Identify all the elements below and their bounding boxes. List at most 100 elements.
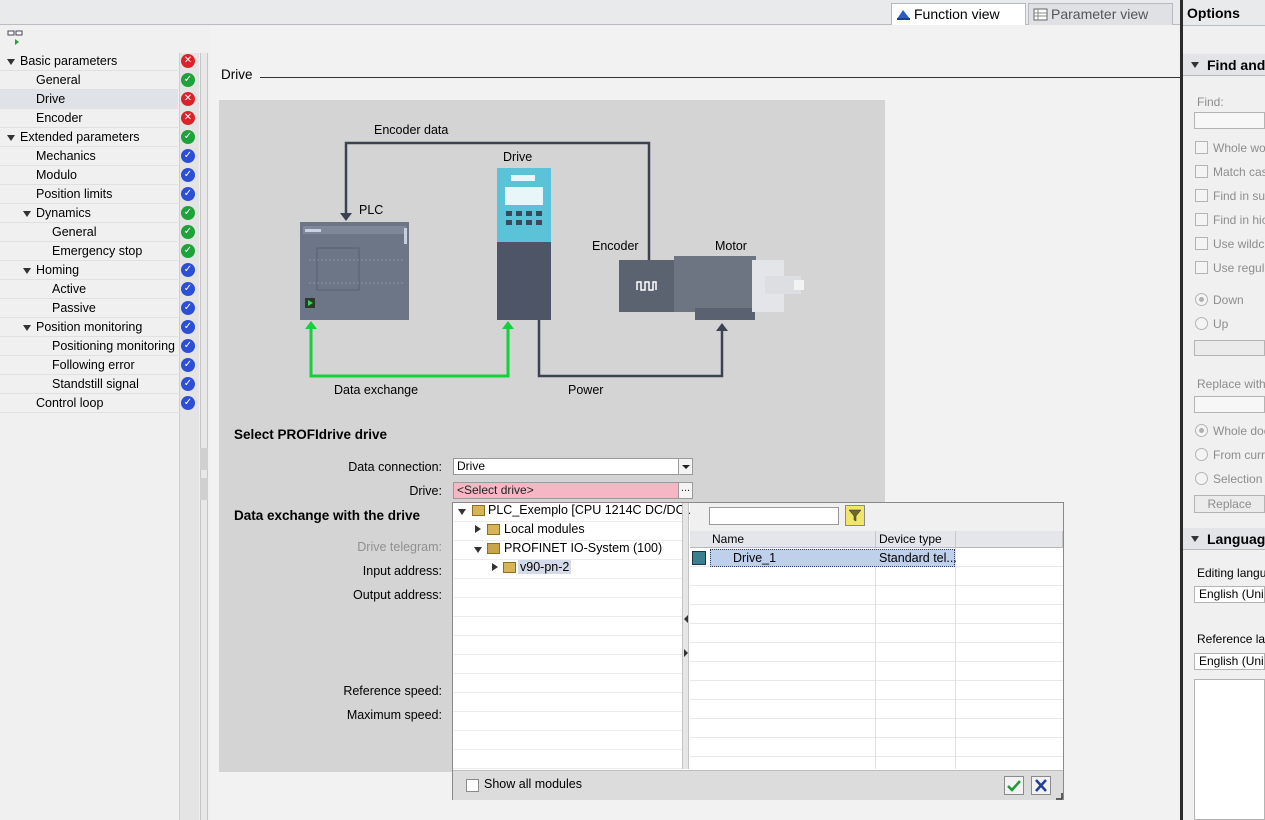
column-header-empty xyxy=(956,531,1063,548)
tree-item-label: Homing xyxy=(36,263,80,277)
tree-row[interactable] xyxy=(0,109,178,128)
find-section-label: Find and xyxy=(1207,57,1265,73)
find-input[interactable] xyxy=(1194,112,1265,129)
tree-row[interactable] xyxy=(0,71,178,90)
confirm-button[interactable] xyxy=(1004,776,1024,795)
expanded-triangle-icon[interactable] xyxy=(23,325,31,331)
use-regex-checkbox[interactable] xyxy=(1195,261,1208,274)
tree-row[interactable] xyxy=(0,90,178,109)
ok-status-icon: ✓ xyxy=(181,73,195,87)
drive-device xyxy=(497,168,551,320)
info-status-icon: ✓ xyxy=(181,377,195,391)
use-wildcards-label: Use wildc xyxy=(1213,237,1265,251)
expand-handle[interactable] xyxy=(200,478,208,500)
find-button[interactable] xyxy=(1194,340,1265,356)
expanded-triangle-icon[interactable] xyxy=(474,547,482,553)
whole-word-checkbox[interactable] xyxy=(1195,141,1208,154)
find-in-sub-checkbox[interactable] xyxy=(1195,189,1208,202)
chevron-down-icon[interactable] xyxy=(678,459,692,474)
tree-row-empty xyxy=(453,674,682,693)
data-exchange-wire xyxy=(309,324,510,378)
match-case-checkbox[interactable] xyxy=(1195,165,1208,178)
from-current-radio[interactable] xyxy=(1195,448,1208,461)
resize-grip-icon[interactable] xyxy=(1055,792,1063,800)
function-view-icon xyxy=(897,10,910,20)
tree-item-label: Control loop xyxy=(36,396,104,410)
whole-document-radio[interactable] xyxy=(1195,424,1208,437)
match-case-label: Match cas xyxy=(1213,165,1265,179)
info-status-icon: ✓ xyxy=(181,396,195,410)
expanded-triangle-icon xyxy=(1191,62,1199,68)
tree-item-label: Position monitoring xyxy=(36,320,143,334)
collapsed-triangle-icon[interactable] xyxy=(492,563,498,571)
tree-item-label: Following error xyxy=(52,358,135,372)
expanded-triangle-icon[interactable] xyxy=(458,509,466,515)
tab-function-view[interactable]: Function view xyxy=(891,3,1026,25)
expanded-triangle-icon[interactable] xyxy=(7,59,15,65)
data-exchange-label: Data exchange xyxy=(334,383,419,397)
expanded-triangle-icon[interactable] xyxy=(23,211,31,217)
collapse-handle[interactable] xyxy=(200,448,208,470)
language-section-label: Language xyxy=(1207,531,1265,547)
cancel-button[interactable] xyxy=(1031,776,1051,795)
toggle-view-icon[interactable] xyxy=(7,29,25,47)
tree-row-empty xyxy=(453,579,682,598)
language-section-header[interactable]: Language xyxy=(1183,528,1265,550)
drive-topology-diagram xyxy=(300,141,804,378)
grid-cell-device-type: Standard tel... xyxy=(879,551,957,565)
pane-splitter[interactable] xyxy=(200,53,208,820)
replace-button[interactable]: Replace xyxy=(1194,495,1265,513)
column-header-device-type[interactable]: Device type xyxy=(876,531,956,548)
find-replace-section-header[interactable]: Find and xyxy=(1183,54,1265,76)
use-wildcards-checkbox[interactable] xyxy=(1195,237,1208,250)
output-address-label: Output address: xyxy=(353,588,442,602)
drive-label: Drive xyxy=(503,150,533,164)
browse-icon[interactable]: ... xyxy=(678,483,692,498)
tree-row-empty xyxy=(453,636,682,655)
tree-item-label: Active xyxy=(52,282,87,296)
expanded-triangle-icon[interactable] xyxy=(23,268,31,274)
whole-word-label: Whole wo xyxy=(1213,141,1265,155)
tree-row-empty xyxy=(453,617,682,636)
collapse-left-icon[interactable] xyxy=(683,614,689,624)
filter-icon[interactable] xyxy=(845,505,865,526)
selection-radio[interactable] xyxy=(1195,472,1208,485)
tree-row[interactable] xyxy=(0,166,178,185)
tree-item-label: Basic parameters xyxy=(20,54,118,68)
show-all-modules-checkbox[interactable] xyxy=(466,779,479,792)
tree-row[interactable] xyxy=(0,280,178,299)
data-exchange-heading: Data exchange with the drive xyxy=(234,508,421,523)
grid-divider xyxy=(875,548,876,769)
tab-parameter-view[interactable]: Parameter view xyxy=(1028,3,1173,25)
up-radio[interactable] xyxy=(1195,317,1208,330)
expanded-triangle-icon xyxy=(1191,536,1199,542)
reference-language-select[interactable]: English (Uni xyxy=(1194,653,1265,670)
drive-select-field[interactable]: <Select drive> ... xyxy=(453,482,693,499)
power-arrow xyxy=(716,323,728,331)
tree-item-label: Extended parameters xyxy=(20,130,140,144)
info-status-icon: ✓ xyxy=(181,320,195,334)
editing-language-label: Editing langu xyxy=(1197,566,1265,580)
ok-status-icon: ✓ xyxy=(181,225,195,239)
device-search-input[interactable] xyxy=(709,507,839,525)
expand-right-icon[interactable] xyxy=(683,648,689,658)
find-in-hidden-checkbox[interactable] xyxy=(1195,213,1208,226)
down-radio[interactable] xyxy=(1195,293,1208,306)
data-connection-select[interactable]: Drive xyxy=(453,458,693,475)
find-label: Find: xyxy=(1197,95,1224,109)
editing-language-select[interactable]: English (Uni xyxy=(1194,586,1265,603)
selection-label: Selection xyxy=(1213,472,1263,486)
tree-plc-label: PLC_Exemplo [CPU 1214C DC/DC... xyxy=(488,503,696,517)
reference-speed-label: Reference speed: xyxy=(343,684,442,698)
column-header-name[interactable]: Name xyxy=(709,531,876,548)
reference-text-area[interactable] xyxy=(1194,679,1265,820)
data-connection-value: Drive xyxy=(457,459,486,473)
collapsed-triangle-icon[interactable] xyxy=(475,525,481,533)
replace-input[interactable] xyxy=(1194,396,1265,413)
power-label: Power xyxy=(568,383,604,397)
checkmark-icon xyxy=(1007,780,1021,792)
expanded-triangle-icon[interactable] xyxy=(7,135,15,141)
down-label: Down xyxy=(1213,293,1244,307)
popup-splitter[interactable] xyxy=(682,503,689,769)
data-connection-label: Data connection: xyxy=(348,460,442,474)
